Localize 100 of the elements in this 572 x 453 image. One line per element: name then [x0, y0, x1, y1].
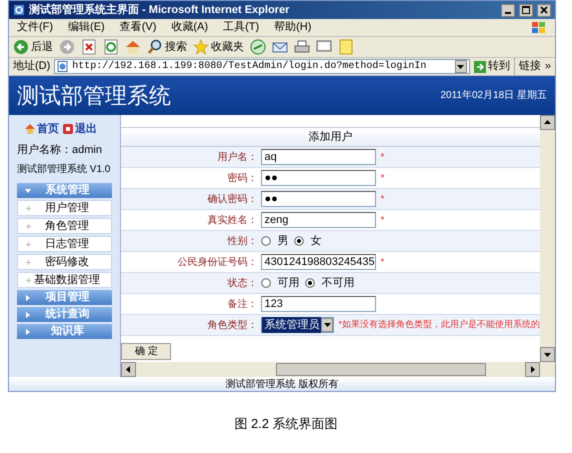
arrow-right-icon	[474, 60, 486, 72]
toolbar-button[interactable]: 搜索	[147, 38, 187, 56]
dropdown-arrow-icon	[457, 64, 464, 68]
scroll-up-icon[interactable]	[540, 115, 555, 130]
note-icon	[338, 39, 354, 55]
house-icon	[25, 124, 35, 134]
banner-date: 2011年02月18日 星期五	[440, 88, 547, 103]
input-field[interactable]: ●●	[261, 191, 376, 207]
radio-checked-icon[interactable]	[294, 236, 304, 246]
maximize-icon	[522, 6, 530, 14]
logout-link[interactable]: 退出	[63, 121, 97, 138]
radio-label: 女	[310, 234, 322, 249]
required-mark: *	[380, 214, 384, 228]
banner-title: 测试部管理系统	[17, 82, 171, 110]
field-label: 状态：	[226, 276, 258, 290]
more-chevron[interactable]: »	[544, 58, 551, 75]
field-label: 用户名：	[216, 150, 258, 164]
star-icon	[193, 39, 209, 55]
figure-caption: 图 2.2 系统界面图	[234, 415, 338, 433]
house-icon	[125, 39, 141, 55]
caret-right-icon	[25, 294, 31, 300]
page-icon	[57, 61, 68, 72]
required-mark: *	[380, 172, 384, 186]
nav-item[interactable]: 基础数据管理	[17, 272, 112, 288]
nav-item[interactable]: 用户管理	[17, 200, 112, 216]
radio-label: 不可用	[321, 276, 354, 291]
media-icon	[250, 39, 266, 55]
confirm-button[interactable]: 确 定	[121, 343, 172, 360]
input-field[interactable]: 430124198803245435	[261, 254, 376, 270]
field-label: 备注：	[226, 298, 258, 312]
version-text: 测试部管理系统 V1.0	[17, 162, 112, 177]
username-text: 用户名称：admin	[17, 142, 103, 158]
menu-item[interactable]: 编辑(E)	[68, 19, 105, 36]
required-mark: *	[380, 256, 384, 270]
toolbar-button[interactable]: 后退	[13, 38, 53, 56]
address-field[interactable]: http://192.168.1.199:8080/TestAdmin/login.do?method=loginIn	[54, 59, 470, 74]
close-button[interactable]	[537, 4, 551, 16]
maximize-button[interactable]	[519, 4, 533, 16]
window-title: 测试部管理系统主界面 - Microsoft Internet Explorer	[29, 2, 290, 18]
field-label: 密码：	[226, 172, 258, 186]
caret-down-icon	[25, 188, 31, 194]
input-field[interactable]: 123	[261, 296, 376, 312]
minimize-button[interactable]	[501, 4, 515, 16]
nav-item[interactable]: 密码修改	[17, 254, 112, 270]
hint-text: *如果没有选择角色类型，此用户是不能使用系统的	[338, 318, 540, 332]
field-label: 公民身份证号码：	[176, 256, 258, 270]
required-mark: *	[380, 150, 384, 164]
input-field[interactable]: zeng	[261, 212, 376, 228]
go-button[interactable]: 转到	[474, 58, 510, 75]
menu-item[interactable]: 收藏(A)	[171, 19, 208, 36]
forward-icon	[59, 39, 75, 55]
menu-item[interactable]: 文件(F)	[17, 19, 54, 36]
stop-icon	[81, 39, 97, 55]
menu-item[interactable]: 帮助(H)	[274, 19, 312, 36]
toolbar-button[interactable]	[81, 38, 97, 56]
windows-logo-icon	[531, 20, 547, 34]
input-field[interactable]: ●●	[261, 170, 376, 186]
printer-icon	[294, 39, 310, 55]
scroll-left-icon[interactable]	[121, 362, 136, 377]
toolbar-button[interactable]	[250, 38, 266, 56]
input-field[interactable]: aq	[261, 149, 376, 165]
close-icon	[540, 6, 548, 14]
role-select[interactable]: 系统管理员	[261, 317, 334, 333]
field-label: 确认密码：	[206, 192, 258, 206]
caret-right-icon	[25, 328, 31, 334]
plus-icon	[26, 260, 31, 264]
scroll-thumb[interactable]	[276, 363, 486, 376]
back-icon	[13, 39, 29, 55]
field-label: 角色类型：	[206, 318, 258, 332]
exit-icon	[63, 124, 73, 134]
dropdown-arrow-icon	[324, 323, 331, 327]
vertical-scrollbar[interactable]	[540, 115, 555, 362]
toolbar-button[interactable]: 收藏夹	[193, 38, 244, 56]
footer-text: 测试部管理系统 版权所有	[9, 377, 555, 391]
home-link[interactable]: 首页	[25, 121, 59, 138]
form-title: 添加用户	[121, 127, 540, 147]
required-mark: *	[380, 192, 384, 206]
radio-label: 可用	[277, 276, 300, 291]
nav-item[interactable]: 角色管理	[17, 218, 112, 234]
plus-icon	[26, 206, 31, 210]
radio-unchecked-icon[interactable]	[261, 236, 272, 246]
search-icon	[147, 39, 163, 55]
menu-item[interactable]: 查看(V)	[120, 19, 156, 36]
plus-icon	[26, 224, 31, 228]
address-label: 地址(D)	[13, 59, 50, 74]
radio-checked-icon[interactable]	[305, 278, 316, 288]
refresh-icon	[103, 39, 119, 55]
field-label: 真实姓名：	[206, 214, 258, 228]
radio-label: 男	[277, 234, 288, 249]
menu-item[interactable]: 工具(T)	[223, 19, 260, 36]
caret-right-icon	[25, 312, 31, 318]
scroll-right-icon[interactable]	[525, 362, 540, 377]
nav-item[interactable]: 日志管理	[17, 236, 112, 252]
plus-icon	[26, 242, 31, 246]
scroll-down-icon[interactable]	[540, 347, 555, 362]
field-label: 性别：	[226, 234, 258, 248]
toolbar-button[interactable]	[103, 38, 119, 56]
horizontal-scrollbar[interactable]	[121, 362, 555, 377]
links-button[interactable]: 链接	[514, 58, 541, 75]
radio-unchecked-icon[interactable]	[261, 278, 272, 288]
